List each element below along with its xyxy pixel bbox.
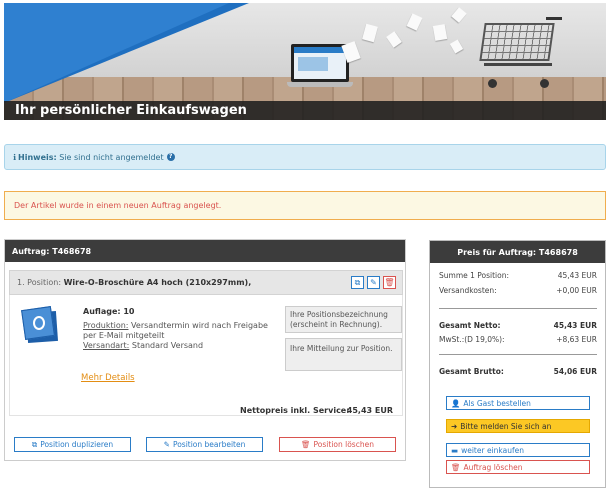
shopping-cart-illustration — [474, 17, 564, 91]
pencil-icon: ✎ — [163, 440, 170, 449]
error-alert-text: Der Artikel wurde in einem neuen Auftrag… — [14, 201, 222, 210]
hero-blue-shape-light — [4, 3, 229, 103]
order-panel: Auftrag: T468678 1. Position: Wire-O-Bro… — [4, 239, 406, 461]
page-title: Ihr persönlicher Einkaufswagen — [15, 103, 247, 118]
netto-row: Gesamt Netto: 45,43 EUR — [439, 321, 597, 330]
brutto-value: 54,06 EUR — [553, 367, 597, 376]
produktion-label: Produktion: — [83, 321, 129, 330]
edit-position-button[interactable]: ✎ Position bearbeiten — [146, 437, 263, 452]
position-body: Auflage: 10 Produktion: Versandtermin wi… — [9, 295, 403, 416]
hero-caption-bar: Ihr persönlicher Einkaufswagen — [4, 101, 606, 120]
price-title: Preis für Auftrag: T468678 — [430, 241, 605, 263]
duplicate-icon: ⧉ — [31, 439, 38, 449]
summe-label: Summe 1 Position: — [439, 271, 510, 280]
position-details: Auflage: 10 Produktion: Versandtermin wi… — [83, 307, 283, 351]
position-prefix: 1. Position: — [17, 278, 62, 287]
delete-order-button[interactable]: 🗑 Auftrag löschen — [446, 460, 590, 474]
versand-label: Versandkosten: — [439, 286, 497, 295]
net-price-value: 45,43 EUR — [346, 406, 393, 415]
position-name: Wire-O-Broschüre A4 hoch (210x297mm), — [63, 278, 252, 287]
net-price-label: Nettopreis inkl. Service: — [240, 406, 350, 415]
positionsbezeichnung-field[interactable]: Ihre Positionsbezeichnung (erscheint in … — [285, 306, 402, 333]
help-icon[interactable]: ? — [166, 153, 175, 161]
versandart-label: Versandart: — [83, 341, 130, 350]
versand-value: +0,00 EUR — [556, 286, 597, 295]
login-label: Bitte melden Sie sich an — [460, 421, 552, 431]
edit-position-label: Position bearbeiten — [172, 440, 246, 449]
pencil-icon[interactable]: ✎ — [367, 276, 380, 289]
auflage: Auflage: 10 — [83, 307, 135, 316]
paper-illustration — [432, 24, 448, 41]
trash-icon: 🗑 — [451, 462, 461, 472]
brutto-label: Gesamt Brutto: — [439, 367, 504, 376]
continue-shopping-label: weiter einkaufen — [461, 445, 524, 455]
login-button[interactable]: ➜ Bitte melden Sie sich an — [446, 419, 590, 433]
product-thumbnail — [21, 306, 59, 344]
mitteilung-field[interactable]: Ihre Mitteilung zur Position. — [285, 338, 402, 371]
info-alert: ℹ Hinweis: Sie sind nicht angemeldet ? — [4, 144, 606, 170]
mwst-label: MwSt.:(D 19,0%): — [439, 335, 505, 344]
position-header: 1. Position: Wire-O-Broschüre A4 hoch (2… — [9, 270, 403, 295]
person-icon: 👤 — [451, 398, 461, 408]
error-alert: Der Artikel wurde in einem neuen Auftrag… — [4, 191, 606, 220]
guest-order-label: Als Gast bestellen — [463, 398, 531, 408]
mwst-value: +8,63 EUR — [556, 335, 597, 344]
divider — [439, 354, 597, 355]
trash-icon[interactable]: 🗑 — [383, 276, 396, 289]
versandart-text: Standard Versand — [131, 341, 204, 350]
netto-value: 45,43 EUR — [553, 321, 597, 330]
summe-row: Summe 1 Position: 45,43 EUR — [439, 271, 597, 280]
sign-in-icon: ➜ — [451, 421, 458, 431]
brutto-row: Gesamt Brutto: 54,06 EUR — [439, 367, 597, 376]
versandart: Versandart: Standard Versand — [83, 341, 283, 351]
duplicate-icon[interactable]: ⧉ — [351, 276, 364, 289]
delete-position-label: Position löschen — [313, 440, 374, 449]
netto-label: Gesamt Netto: — [439, 321, 501, 330]
produktion: Produktion: Versandtermin wird nach Frei… — [83, 321, 283, 341]
summe-value: 45,43 EUR — [557, 271, 597, 280]
window-icon: ▬ — [451, 445, 459, 455]
trash-icon: 🗑 — [301, 440, 311, 449]
continue-shopping-button[interactable]: ▬ weiter einkaufen — [446, 443, 590, 457]
guest-order-button[interactable]: 👤 Als Gast bestellen — [446, 396, 590, 410]
cart-page: Ihr persönlicher Einkaufswagen ℹ Hinweis… — [0, 0, 613, 492]
versand-row: Versandkosten: +0,00 EUR — [439, 286, 597, 295]
info-icon: ℹ — [13, 152, 17, 162]
duplicate-position-label: Position duplizieren — [40, 440, 114, 449]
position-tools: ⧉ ✎ 🗑 — [351, 276, 396, 289]
price-panel: Preis für Auftrag: T468678 Summe 1 Posit… — [429, 240, 606, 488]
divider — [439, 308, 597, 309]
duplicate-position-button[interactable]: ⧉ Position duplizieren — [14, 437, 131, 452]
order-title: Auftrag: T468678 — [5, 240, 405, 262]
more-details-link[interactable]: Mehr Details — [81, 373, 135, 383]
mwst-row: MwSt.:(D 19,0%): +8,63 EUR — [439, 335, 597, 344]
hero-banner: Ihr persönlicher Einkaufswagen — [4, 3, 606, 120]
delete-order-label: Auftrag löschen — [463, 462, 523, 472]
info-alert-label: Hinweis: — [18, 152, 57, 162]
info-alert-text: Sie sind nicht angemeldet — [59, 152, 164, 162]
delete-position-button[interactable]: 🗑 Position löschen — [279, 437, 396, 452]
